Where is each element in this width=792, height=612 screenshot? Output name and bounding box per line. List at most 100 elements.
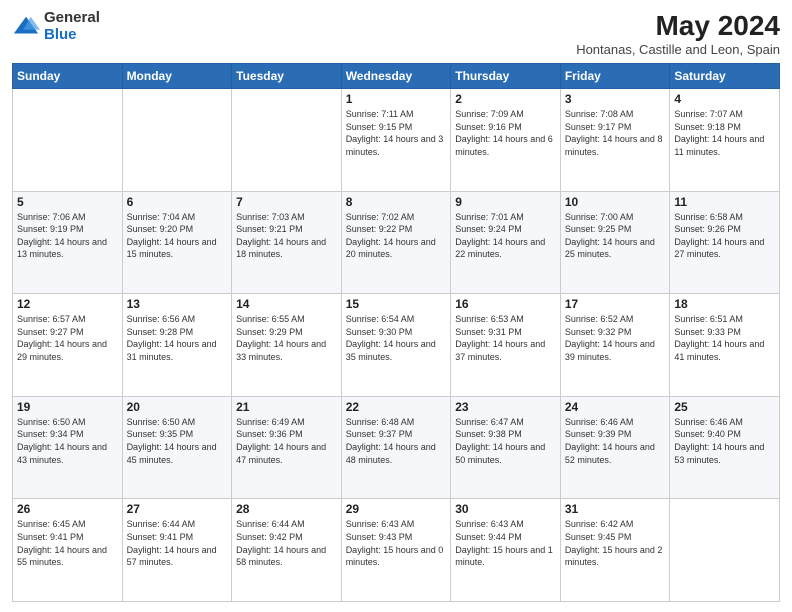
calendar-cell: 8 Sunrise: 7:02 AM Sunset: 9:22 PM Daylig… bbox=[341, 191, 451, 294]
calendar-cell: 5Sunrise: 7:06 AM Sunset: 9:19 PM Daylig… bbox=[13, 191, 123, 294]
calendar-cell bbox=[670, 499, 780, 602]
day-info: Sunrise: 7:07 AM Sunset: 9:18 PM Dayligh… bbox=[674, 108, 775, 158]
day-info: Sunrise: 6:54 AM Sunset: 9:30 PM Dayligh… bbox=[346, 313, 447, 363]
page: General Blue May 2024 Hontanas, Castille… bbox=[0, 0, 792, 612]
day-info: Sunrise: 6:51 AM Sunset: 9:33 PM Dayligh… bbox=[674, 313, 775, 363]
day-number: 2 bbox=[455, 92, 556, 106]
calendar-header-row: SundayMondayTuesdayWednesdayThursdayFrid… bbox=[13, 64, 780, 89]
day-number: 26 bbox=[17, 502, 118, 516]
day-info: Sunrise: 6:47 AM Sunset: 9:38 PM Dayligh… bbox=[455, 416, 556, 466]
day-number: 28 bbox=[236, 502, 337, 516]
day-info: Sunrise: 6:48 AM Sunset: 9:37 PM Dayligh… bbox=[346, 416, 447, 466]
calendar-cell: 27 Sunrise: 6:44 AM Sunset: 9:41 PM Dayli… bbox=[122, 499, 232, 602]
calendar-cell: 7 Sunrise: 7:03 AM Sunset: 9:21 PM Daylig… bbox=[232, 191, 342, 294]
day-number: 19 bbox=[17, 400, 118, 414]
day-number: 16 bbox=[455, 297, 556, 311]
day-number: 15 bbox=[346, 297, 447, 311]
day-number: 5 bbox=[17, 195, 118, 209]
calendar-cell: 9 Sunrise: 7:01 AM Sunset: 9:24 PM Daylig… bbox=[451, 191, 561, 294]
calendar-cell bbox=[122, 89, 232, 192]
calendar-cell: 13 Sunrise: 6:56 AM Sunset: 9:28 PM Dayli… bbox=[122, 294, 232, 397]
weekday-header: Friday bbox=[560, 64, 670, 89]
day-number: 17 bbox=[565, 297, 666, 311]
calendar-cell: 31Sunrise: 6:42 AM Sunset: 9:45 PM Dayli… bbox=[560, 499, 670, 602]
calendar-cell: 12Sunrise: 6:57 AM Sunset: 9:27 PM Dayli… bbox=[13, 294, 123, 397]
day-info: Sunrise: 6:44 AM Sunset: 9:41 PM Dayligh… bbox=[127, 518, 228, 568]
day-number: 6 bbox=[127, 195, 228, 209]
calendar-cell bbox=[13, 89, 123, 192]
day-number: 10 bbox=[565, 195, 666, 209]
logo-blue-text: Blue bbox=[44, 27, 100, 44]
day-number: 22 bbox=[346, 400, 447, 414]
calendar-week-row: 5Sunrise: 7:06 AM Sunset: 9:19 PM Daylig… bbox=[13, 191, 780, 294]
day-info: Sunrise: 6:58 AM Sunset: 9:26 PM Dayligh… bbox=[674, 211, 775, 261]
day-number: 21 bbox=[236, 400, 337, 414]
title-block: May 2024 Hontanas, Castille and Leon, Sp… bbox=[576, 10, 780, 57]
day-info: Sunrise: 7:01 AM Sunset: 9:24 PM Dayligh… bbox=[455, 211, 556, 261]
day-number: 4 bbox=[674, 92, 775, 106]
day-number: 7 bbox=[236, 195, 337, 209]
calendar-week-row: 26 Sunrise: 6:45 AM Sunset: 9:41 PM Dayli… bbox=[13, 499, 780, 602]
day-number: 1 bbox=[346, 92, 447, 106]
weekday-header: Wednesday bbox=[341, 64, 451, 89]
day-number: 11 bbox=[674, 195, 775, 209]
calendar-cell: 25Sunrise: 6:46 AM Sunset: 9:40 PM Dayli… bbox=[670, 396, 780, 499]
day-number: 9 bbox=[455, 195, 556, 209]
calendar-cell: 15 Sunrise: 6:54 AM Sunset: 9:30 PM Dayli… bbox=[341, 294, 451, 397]
day-number: 29 bbox=[346, 502, 447, 516]
day-info: Sunrise: 7:02 AM Sunset: 9:22 PM Dayligh… bbox=[346, 211, 447, 261]
day-number: 25 bbox=[674, 400, 775, 414]
day-info: Sunrise: 6:49 AM Sunset: 9:36 PM Dayligh… bbox=[236, 416, 337, 466]
day-info: Sunrise: 7:03 AM Sunset: 9:21 PM Dayligh… bbox=[236, 211, 337, 261]
day-info: Sunrise: 7:04 AM Sunset: 9:20 PM Dayligh… bbox=[127, 211, 228, 261]
calendar-cell: 6 Sunrise: 7:04 AM Sunset: 9:20 PM Daylig… bbox=[122, 191, 232, 294]
calendar-table: SundayMondayTuesdayWednesdayThursdayFrid… bbox=[12, 63, 780, 602]
calendar-cell: 4 Sunrise: 7:07 AM Sunset: 9:18 PM Daylig… bbox=[670, 89, 780, 192]
day-number: 27 bbox=[127, 502, 228, 516]
weekday-header: Sunday bbox=[13, 64, 123, 89]
calendar-cell: 11 Sunrise: 6:58 AM Sunset: 9:26 PM Dayli… bbox=[670, 191, 780, 294]
calendar-cell: 28Sunrise: 6:44 AM Sunset: 9:42 PM Dayli… bbox=[232, 499, 342, 602]
day-number: 14 bbox=[236, 297, 337, 311]
day-info: Sunrise: 6:46 AM Sunset: 9:39 PM Dayligh… bbox=[565, 416, 666, 466]
calendar-cell: 24 Sunrise: 6:46 AM Sunset: 9:39 PM Dayli… bbox=[560, 396, 670, 499]
day-info: Sunrise: 7:09 AM Sunset: 9:16 PM Dayligh… bbox=[455, 108, 556, 158]
calendar-week-row: 19 Sunrise: 6:50 AM Sunset: 9:34 PM Dayli… bbox=[13, 396, 780, 499]
calendar-cell: 19 Sunrise: 6:50 AM Sunset: 9:34 PM Dayli… bbox=[13, 396, 123, 499]
day-info: Sunrise: 7:11 AM Sunset: 9:15 PM Dayligh… bbox=[346, 108, 447, 158]
day-info: Sunrise: 6:56 AM Sunset: 9:28 PM Dayligh… bbox=[127, 313, 228, 363]
day-number: 24 bbox=[565, 400, 666, 414]
weekday-header: Saturday bbox=[670, 64, 780, 89]
day-info: Sunrise: 6:52 AM Sunset: 9:32 PM Dayligh… bbox=[565, 313, 666, 363]
main-title: May 2024 bbox=[576, 10, 780, 42]
day-number: 30 bbox=[455, 502, 556, 516]
calendar-cell: 17 Sunrise: 6:52 AM Sunset: 9:32 PM Dayli… bbox=[560, 294, 670, 397]
day-info: Sunrise: 7:00 AM Sunset: 9:25 PM Dayligh… bbox=[565, 211, 666, 261]
day-number: 3 bbox=[565, 92, 666, 106]
weekday-header: Tuesday bbox=[232, 64, 342, 89]
day-info: Sunrise: 6:50 AM Sunset: 9:34 PM Dayligh… bbox=[17, 416, 118, 466]
calendar-cell: 26 Sunrise: 6:45 AM Sunset: 9:41 PM Dayli… bbox=[13, 499, 123, 602]
calendar-cell: 10 Sunrise: 7:00 AM Sunset: 9:25 PM Dayli… bbox=[560, 191, 670, 294]
calendar-cell: 14Sunrise: 6:55 AM Sunset: 9:29 PM Dayli… bbox=[232, 294, 342, 397]
day-info: Sunrise: 6:43 AM Sunset: 9:43 PM Dayligh… bbox=[346, 518, 447, 568]
day-number: 8 bbox=[346, 195, 447, 209]
calendar-cell: 3Sunrise: 7:08 AM Sunset: 9:17 PM Daylig… bbox=[560, 89, 670, 192]
day-number: 13 bbox=[127, 297, 228, 311]
day-number: 18 bbox=[674, 297, 775, 311]
logo-text: General Blue bbox=[44, 10, 100, 43]
logo-general-text: General bbox=[44, 10, 100, 27]
calendar-week-row: 1 Sunrise: 7:11 AM Sunset: 9:15 PM Daylig… bbox=[13, 89, 780, 192]
day-info: Sunrise: 6:57 AM Sunset: 9:27 PM Dayligh… bbox=[17, 313, 118, 363]
calendar-week-row: 12Sunrise: 6:57 AM Sunset: 9:27 PM Dayli… bbox=[13, 294, 780, 397]
calendar-cell: 30 Sunrise: 6:43 AM Sunset: 9:44 PM Dayli… bbox=[451, 499, 561, 602]
day-info: Sunrise: 6:43 AM Sunset: 9:44 PM Dayligh… bbox=[455, 518, 556, 568]
day-info: Sunrise: 6:45 AM Sunset: 9:41 PM Dayligh… bbox=[17, 518, 118, 568]
day-info: Sunrise: 6:53 AM Sunset: 9:31 PM Dayligh… bbox=[455, 313, 556, 363]
calendar-cell: 2 Sunrise: 7:09 AM Sunset: 9:16 PM Daylig… bbox=[451, 89, 561, 192]
day-number: 20 bbox=[127, 400, 228, 414]
calendar-cell: 21 Sunrise: 6:49 AM Sunset: 9:36 PM Dayli… bbox=[232, 396, 342, 499]
calendar-cell: 16 Sunrise: 6:53 AM Sunset: 9:31 PM Dayli… bbox=[451, 294, 561, 397]
weekday-header: Thursday bbox=[451, 64, 561, 89]
calendar-cell: 29 Sunrise: 6:43 AM Sunset: 9:43 PM Dayli… bbox=[341, 499, 451, 602]
